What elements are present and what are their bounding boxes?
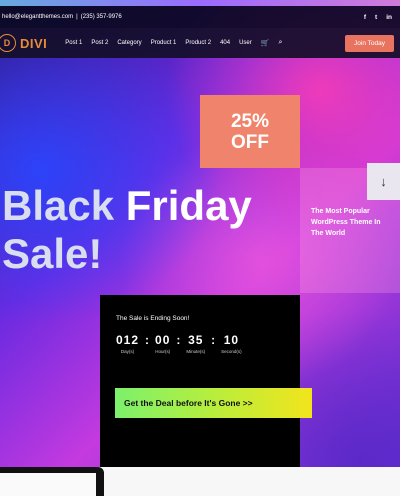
nav-item-404[interactable]: 404 bbox=[220, 40, 230, 46]
nav-item-category[interactable]: Category bbox=[117, 40, 141, 46]
countdown-timer: 012 Day(s) : 00 Hour(s) : 35 Minute(s) :… bbox=[116, 333, 242, 354]
contact-phone[interactable]: (235) 357-9976 bbox=[81, 14, 122, 20]
countdown-seconds-label: Second(s) bbox=[221, 349, 242, 354]
twitter-icon[interactable]: t bbox=[375, 14, 377, 21]
countdown-hours-value: 00 bbox=[155, 333, 171, 347]
countdown-separator: : bbox=[211, 333, 216, 347]
contact-info: hello@elegantthemes.com | (235) 357-9976 bbox=[2, 14, 122, 20]
countdown-seconds: 10 Second(s) bbox=[221, 333, 242, 354]
countdown-days-label: Day(s) bbox=[120, 349, 135, 354]
countdown-separator: : bbox=[176, 333, 181, 347]
countdown-minutes: 35 Minute(s) bbox=[186, 333, 205, 354]
get-deal-button[interactable]: Get the Deal before It's Gone >> bbox=[115, 388, 312, 418]
countdown-hours-label: Hour(s) bbox=[155, 349, 171, 354]
divi-logo-icon: D bbox=[0, 34, 16, 52]
contact-separator: | bbox=[76, 14, 78, 20]
nav-item-post-2[interactable]: Post 2 bbox=[91, 40, 108, 46]
arrow-down-icon: ↓ bbox=[380, 174, 387, 189]
logo-text: DIVI bbox=[20, 35, 48, 51]
join-today-button[interactable]: Join Today bbox=[345, 34, 394, 52]
linkedin-icon[interactable]: in bbox=[386, 14, 392, 21]
countdown-hours: 00 Hour(s) bbox=[155, 333, 170, 354]
countdown-minutes-value: 35 bbox=[188, 333, 204, 347]
nav-item-product-1[interactable]: Product 1 bbox=[151, 40, 177, 46]
tagline-text: The Most Popular WordPress Theme In The … bbox=[311, 208, 381, 237]
nav-item-product-2[interactable]: Product 2 bbox=[185, 40, 211, 46]
hero-headline: Black Friday Sale! bbox=[2, 182, 302, 278]
countdown-days: 012 Day(s) bbox=[116, 333, 139, 354]
countdown-seconds-value: 10 bbox=[223, 333, 240, 347]
device-mockup-screen bbox=[0, 473, 96, 496]
nav-menu: Post 1 Post 2 Category Product 1 Product… bbox=[65, 39, 325, 47]
device-mockup-edge bbox=[0, 467, 104, 496]
scroll-down-button[interactable]: ↓ bbox=[367, 163, 400, 200]
search-icon[interactable]: ⌕ bbox=[278, 39, 282, 47]
top-contact-bar: hello@elegantthemes.com | (235) 357-9976… bbox=[0, 6, 400, 28]
headline-word-friday: Friday bbox=[125, 182, 252, 229]
countdown-separator: : bbox=[145, 333, 150, 347]
cart-icon[interactable]: 🛒 bbox=[261, 39, 270, 47]
nav-item-post-1[interactable]: Post 1 bbox=[65, 40, 82, 46]
main-navigation: D DIVI Post 1 Post 2 Category Product 1 … bbox=[0, 28, 400, 58]
countdown-days-value: 012 bbox=[116, 333, 140, 347]
nav-item-user[interactable]: User bbox=[239, 40, 252, 46]
discount-badge: 25% OFF bbox=[200, 95, 300, 168]
discount-percent: 25% bbox=[230, 110, 270, 132]
facebook-icon[interactable]: f bbox=[364, 14, 366, 21]
countdown-panel: The Sale is Ending Soon! 012 Day(s) : 00… bbox=[100, 295, 312, 467]
countdown-minutes-label: Minute(s) bbox=[186, 349, 206, 354]
headline-sale: Sale! bbox=[2, 230, 103, 277]
social-links: f t in bbox=[364, 14, 392, 21]
headline-word-black: Black bbox=[2, 182, 115, 229]
logo[interactable]: D DIVI bbox=[0, 34, 47, 52]
contact-email[interactable]: hello@elegantthemes.com bbox=[2, 14, 73, 20]
countdown-title: The Sale is Ending Soon! bbox=[116, 315, 190, 322]
page: hello@elegantthemes.com | (235) 357-9976… bbox=[0, 0, 400, 496]
discount-off: OFF bbox=[231, 131, 269, 153]
